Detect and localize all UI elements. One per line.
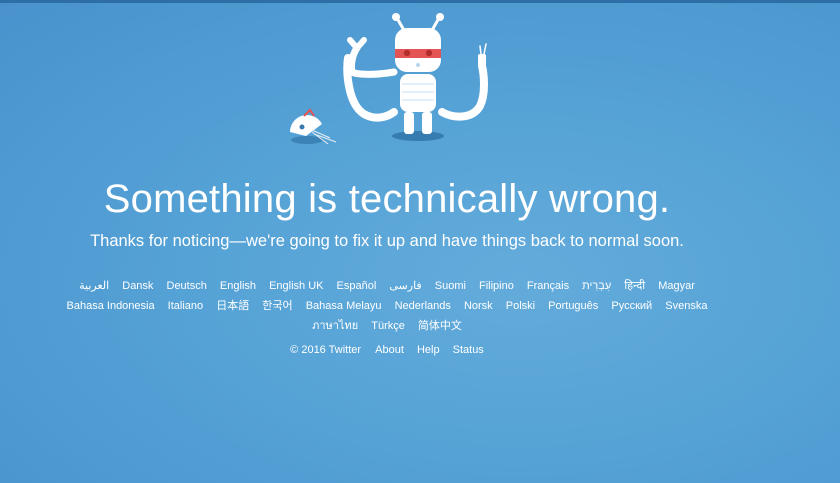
language-link-hi[interactable]: हिन्दी	[624, 276, 645, 296]
language-link-no[interactable]: Norsk	[464, 296, 493, 316]
language-row: ภาษาไทย Türkçe 简体中文	[50, 316, 724, 336]
language-link-es[interactable]: Español	[337, 276, 377, 296]
language-link-he[interactable]: עִבְרִית	[582, 276, 611, 296]
language-link-pl[interactable]: Polski	[506, 296, 535, 316]
language-link-pt[interactable]: Português	[548, 296, 598, 316]
page-subtitle: Thanks for noticing—we're going to fix i…	[90, 232, 684, 250]
language-link-msa[interactable]: Bahasa Melayu	[306, 296, 382, 316]
robot-shadow	[392, 131, 444, 141]
language-link-fi[interactable]: Suomi	[435, 276, 466, 296]
language-link-da[interactable]: Dansk	[122, 276, 153, 296]
language-link-ar[interactable]: العربية	[79, 276, 109, 296]
language-link-ja[interactable]: 日本語	[216, 296, 249, 316]
language-link-en[interactable]: English	[220, 276, 256, 296]
language-row: Bahasa Indonesia Italiano 日本語 한국어 Bahasa…	[50, 296, 724, 316]
language-link-tr[interactable]: Türkçe	[371, 316, 405, 336]
language-link-zh-cn[interactable]: 简体中文	[418, 316, 462, 336]
copyright-text: © 2016 Twitter	[290, 344, 362, 356]
language-link-nl[interactable]: Nederlands	[395, 296, 451, 316]
footer: © 2016 Twitter About Help Status	[0, 343, 774, 357]
language-row: العربية Dansk Deutsch English English UK…	[50, 276, 724, 296]
language-link-de[interactable]: Deutsch	[167, 276, 207, 296]
language-link-it[interactable]: Italiano	[168, 296, 203, 316]
broken-robot-illustration	[290, 13, 488, 145]
language-link-hu[interactable]: Magyar	[658, 276, 695, 296]
language-link-en-gb[interactable]: English UK	[269, 276, 323, 296]
language-link-ko[interactable]: 한국어	[262, 296, 292, 316]
top-border	[0, 0, 840, 3]
language-link-ru[interactable]: Русский	[611, 296, 652, 316]
language-link-fil[interactable]: Filipino	[479, 276, 514, 296]
language-list: العربية Dansk Deutsch English English UK…	[50, 276, 724, 336]
language-link-sv[interactable]: Svenska	[665, 296, 707, 316]
language-link-th[interactable]: ภาษาไทย	[312, 316, 358, 336]
about-link[interactable]: About	[375, 343, 404, 357]
language-link-id[interactable]: Bahasa Indonesia	[67, 296, 155, 316]
status-link[interactable]: Status	[453, 343, 484, 357]
help-link[interactable]: Help	[417, 343, 440, 357]
language-link-fr[interactable]: Français	[527, 276, 569, 296]
page-title: Something is technically wrong.	[103, 177, 671, 221]
language-link-fa[interactable]: فارسی	[389, 276, 421, 296]
